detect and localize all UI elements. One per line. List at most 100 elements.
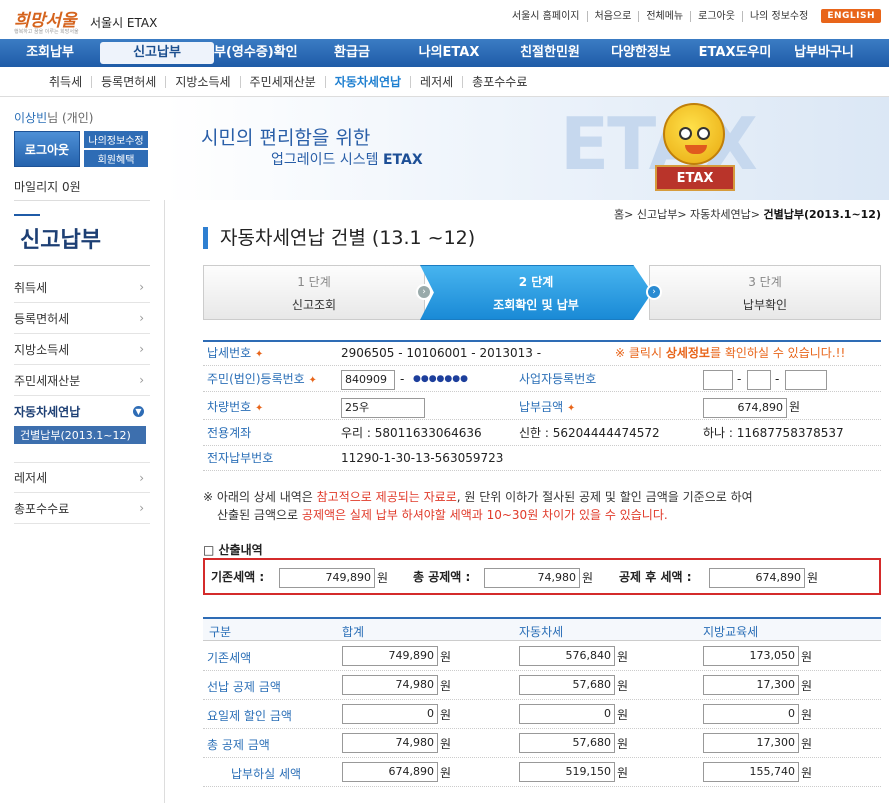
sidebar-item-car-tax[interactable]: 자동차세연납 ▼ [14, 396, 150, 427]
my-info-button[interactable]: 나의정보수정 [84, 131, 148, 148]
step-number: 1 단계 [297, 274, 331, 289]
detail-info-link[interactable]: ※ 클릭시 상세정보를 확인하실 수 있습니다.!! [615, 342, 845, 365]
table-row: 총 공제 금액 74,980 원 57,680 원 17,300 원 [203, 729, 881, 758]
table-row: 요일제 할인 금액 0 원 0 원 0 원 [203, 700, 881, 729]
amount-field[interactable]: 17,300 [703, 733, 799, 753]
amount-field[interactable]: 0 [519, 704, 615, 724]
amount-field[interactable]: 0 [703, 704, 799, 724]
step-number: 2 단계 [518, 274, 554, 289]
amount-unit: 원 [617, 737, 629, 751]
chevron-right-icon: › [139, 373, 144, 387]
amount-unit: 원 [440, 737, 452, 751]
nav-refund[interactable]: 환급금 [314, 39, 390, 67]
amount-unit: 원 [617, 679, 629, 693]
nav-receipt[interactable]: 부(영수증)확인 [214, 39, 314, 67]
car-number-label: 차량번호 ✦ [207, 400, 264, 414]
subnav-car-tax[interactable]: 자동차세연납 [324, 75, 410, 88]
col-category: 구분 [209, 625, 232, 639]
amount-unit: 원 [801, 708, 813, 722]
sidebar-item-local-income[interactable]: 지방소득세 › [14, 334, 150, 365]
banner-headline: 시민의 편리함을 위한 [201, 127, 371, 149]
sidebar-item-leisure[interactable]: 레저세 › [14, 462, 150, 493]
nav-cart[interactable]: 납부바구니 [780, 39, 868, 67]
link-sitemap[interactable]: 전체메뉴 [638, 10, 690, 22]
tax-breakdown-table: 구분 합계 자동차세 지방교육세 기존세액 749,890 원 576,840 원 173… [203, 617, 881, 803]
resident-number-label: 주민(법인)등록번호 ✦ [207, 372, 317, 386]
row-label: 총 공제 금액 [207, 738, 270, 752]
sidebar-item-registration[interactable]: 등록면허세 › [14, 303, 150, 334]
business-number-part2[interactable] [747, 370, 771, 390]
col-education-tax: 지방교육세 [703, 625, 759, 639]
link-home[interactable]: 처음으로 [586, 10, 639, 22]
sidebar-item-firearm[interactable]: 총포수수료 › [14, 493, 150, 524]
logout-button[interactable]: 로그아웃 [14, 131, 80, 167]
business-number-part1[interactable] [703, 370, 733, 390]
business-number-label: 사업자등록번호 [519, 372, 597, 386]
amount-field[interactable]: 57,680 [519, 675, 615, 695]
account-hana: 하나 : 11687758378537 [703, 426, 844, 440]
amount-field[interactable]: 74,980 [342, 675, 438, 695]
amount-field[interactable]: 576,840 [519, 646, 615, 666]
after-tax-field[interactable]: 674,890 [709, 568, 805, 588]
logo-subtitle: 행복하고 꿈을 이루는 희망서울 [14, 29, 79, 35]
amount-field[interactable]: 519,150 [519, 762, 615, 782]
chevron-right-icon: › [139, 280, 144, 294]
nav-civil-service[interactable]: 친절한민원 [508, 39, 592, 67]
row-label: 선납 공제 금액 [207, 680, 281, 694]
sidebar-item-resident[interactable]: 주민세재산분 › [14, 365, 150, 396]
link-logout[interactable]: 로그아웃 [690, 10, 742, 22]
car-number-field[interactable]: 25우 [341, 398, 425, 418]
amount-unit: 원 [440, 679, 452, 693]
pay-amount-field[interactable]: 674,890 [703, 398, 787, 418]
link-my-info[interactable]: 나의 정보수정 [741, 10, 815, 22]
subnav-firearm[interactable]: 총포수수료 [462, 75, 536, 88]
amount-unit: 원 [440, 708, 452, 722]
page-title: 자동차세연납 건별 (13.1 ~12) [203, 227, 475, 249]
amount-unit: 원 [801, 737, 813, 751]
account-shinhan: 신한 : 56204444474572 [519, 426, 660, 440]
subnav-resident[interactable]: 주민세재산분 [239, 75, 325, 88]
business-number-part3[interactable] [785, 370, 827, 390]
total-deduct-label: 총 공제액 : [413, 570, 471, 584]
amount-field[interactable]: 0 [342, 704, 438, 724]
english-button[interactable]: ENGLISH [821, 9, 881, 23]
row-label: 납부하실 세액 [231, 767, 302, 781]
member-benefit-button[interactable]: 회원혜택 [84, 150, 148, 167]
base-tax-field[interactable]: 749,890 [279, 568, 375, 588]
sidebar-item-acquisition[interactable]: 취득세 › [14, 272, 150, 303]
nav-report-pay[interactable]: 신고납부 [100, 42, 214, 64]
site-logo[interactable]: 희망서울 행복하고 꿈을 이루는 희망서울 서울시 ETAX [14, 6, 174, 36]
amount-field[interactable]: 674,890 [342, 762, 438, 782]
nav-info[interactable]: 다양한정보 [592, 39, 690, 67]
amount-unit: 원 [801, 650, 813, 664]
amount-field[interactable]: 173,050 [703, 646, 799, 666]
amount-field[interactable]: 17,300 [703, 675, 799, 695]
amount-field[interactable]: 57,680 [519, 733, 615, 753]
amount-field[interactable]: 749,890 [342, 646, 438, 666]
amount-field[interactable]: 74,980 [342, 733, 438, 753]
sidebar-subitem-case-payment[interactable]: 건별납부(2013.1~12) [14, 426, 146, 444]
banner: ETAX 시민의 편리함을 위한 업그레이드 시스템 ETAX ETAX [165, 97, 889, 200]
step-1: 1 단계 신고조회 [203, 265, 425, 320]
chevron-right-icon: › [139, 342, 144, 356]
total-deduct-unit: 원 [582, 571, 594, 585]
subnav-registration[interactable]: 등록면허세 [91, 75, 165, 88]
notice-text: ※ 아래의 상세 내역은 참고적으로 제공되는 자료로, 원 단위 이하가 절사… [203, 488, 883, 524]
link-seoul-home[interactable]: 서울시 홈페이지 [505, 11, 587, 22]
breadcrumb-current: 건별납부(2013.1~12) [763, 208, 881, 221]
breadcrumb: 홈> 신고납부> 자동차세연납> 건별납부(2013.1~12) [614, 206, 881, 222]
after-tax-label: 공제 후 세액 : [619, 570, 692, 584]
main-nav: 조회납부 신고납부 부(영수증)확인 환급금 나의ETAX 친절한민원 다양한정… [0, 39, 889, 67]
amount-field[interactable]: 155,740 [703, 762, 799, 782]
subnav-local-income[interactable]: 지방소득세 [165, 75, 239, 88]
nav-inquiry-pay[interactable]: 조회납부 [0, 39, 100, 67]
nav-help[interactable]: ETAX도우미 [690, 39, 780, 67]
subnav-acquisition[interactable]: 취득세 [40, 76, 91, 88]
resident-number-front[interactable]: 840909 [341, 370, 395, 390]
total-deduct-field[interactable]: 74,980 [484, 568, 580, 588]
subnav-leisure[interactable]: 레저세 [410, 75, 462, 88]
sidebar-item-label: 레저세 [14, 471, 48, 485]
nav-my-etax[interactable]: 나의ETAX [390, 39, 508, 67]
account-woori: 우리 : 58011633064636 [341, 426, 482, 440]
top-links: 서울시 홈페이지 처음으로 전체메뉴 로그아웃 나의 정보수정 ENGLISH [505, 8, 881, 24]
